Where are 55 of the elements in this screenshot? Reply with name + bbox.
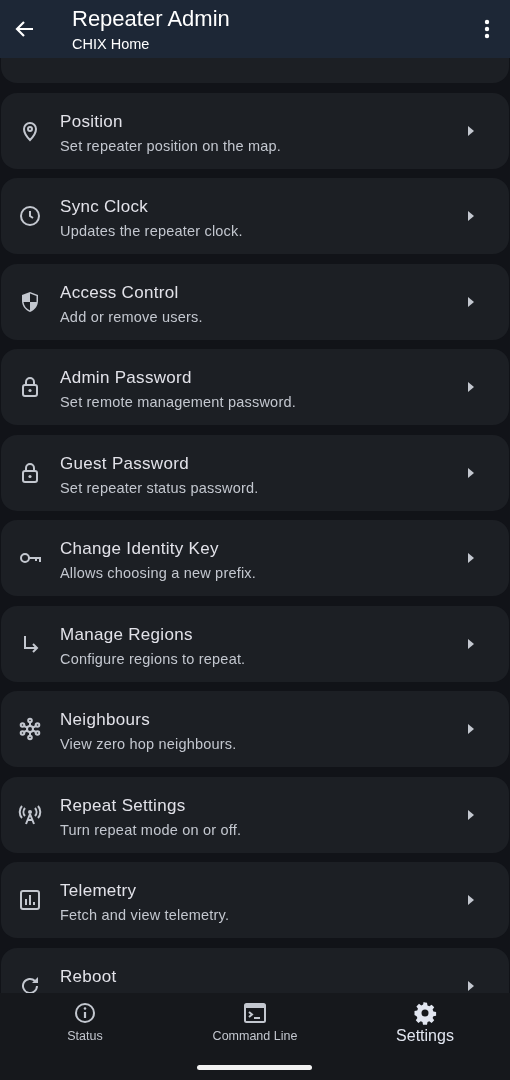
setting-card[interactable]: Repeat Settings Turn repeat mode on or off. <box>1 776 509 853</box>
setting-card[interactable]: Reboot <box>1 947 509 993</box>
chevron-right-icon <box>467 895 475 905</box>
chevron-right-icon <box>467 980 475 991</box>
app-subtitle: CHIX Home <box>72 35 150 53</box>
setting-card[interactable]: Guest Password Set repeater status password. <box>1 434 509 511</box>
chevron-right-icon <box>467 296 475 307</box>
info-icon <box>73 1001 97 1025</box>
setting-description: View zero hop neighbours. <box>60 735 237 754</box>
network-nodes-icon <box>18 717 42 741</box>
nav-tab[interactable]: Status <box>0 993 170 1053</box>
chevron-right-icon <box>467 724 475 734</box>
setting-card[interactable]: Position Set repeater position on the map. <box>1 92 509 169</box>
chevron-right-icon <box>467 211 475 221</box>
setting-card[interactable]: Admin Password Set remote management password. <box>1 349 509 425</box>
chevron-right-icon <box>467 467 475 478</box>
setting-card[interactable]: Change Identity Key Allows choosing a new prefix. <box>1 520 509 596</box>
terminal-icon <box>243 1001 267 1025</box>
chevron-right-icon <box>467 382 475 392</box>
setting-description: Add or remove users. <box>60 307 203 327</box>
setting-card[interactable]: Access Control Add or remove users. <box>1 263 509 340</box>
setting-card[interactable]: Manage Regions Configure regions to repeat. <box>1 605 509 682</box>
bar-chart-icon <box>18 888 42 912</box>
setting-title: Admin Password <box>60 367 193 389</box>
setting-title: Access Control <box>60 281 180 304</box>
more-menu-icon[interactable] <box>483 19 491 39</box>
setting-title: Sync Clock <box>60 196 150 218</box>
setting-description: Fetch and view telemetry. <box>60 906 230 925</box>
setting-description: Allows choosing a new prefix. <box>60 564 256 583</box>
setting-title: Manage Regions <box>60 623 194 646</box>
setting-card[interactable]: Telemetry Fetch and view telemetry. <box>1 862 509 938</box>
setting-title: Neighbours <box>60 709 151 731</box>
chevron-right-icon <box>467 125 475 136</box>
setting-card[interactable]: Neighbours View zero hop neighbours. <box>1 691 509 767</box>
setting-card[interactable]: Sync Clock Updates the repeater clock. <box>1 178 509 254</box>
gear-icon <box>413 1001 437 1025</box>
setting-description: Set repeater position on the map. <box>60 136 281 156</box>
setting-description: Turn repeat mode on or off. <box>60 820 242 840</box>
setting-description: Configure regions to repeat. <box>60 649 246 669</box>
setting-title: Change Identity Key <box>60 538 220 560</box>
clock-icon <box>18 204 42 228</box>
nav-tab[interactable]: Settings <box>340 993 510 1053</box>
setting-description: Updates the repeater clock. <box>60 222 243 241</box>
nav-tab[interactable]: Command Line <box>170 993 340 1053</box>
setting-description: Set repeater status password. <box>60 478 259 498</box>
setting-title: Repeat Settings <box>60 794 187 817</box>
chevron-right-icon <box>467 553 475 563</box>
app-title: Repeater Admin <box>72 5 230 33</box>
setting-title: Guest Password <box>60 452 190 475</box>
setting-title: Position <box>60 110 124 133</box>
chevron-right-icon <box>467 638 475 649</box>
setting-title: Telemetry <box>60 880 138 902</box>
setting-title: Reboot <box>60 965 117 988</box>
setting-description: Set remote management password. <box>60 393 296 412</box>
chevron-right-icon <box>467 809 475 820</box>
